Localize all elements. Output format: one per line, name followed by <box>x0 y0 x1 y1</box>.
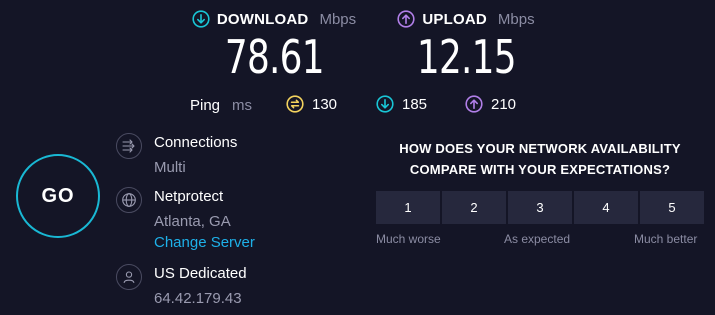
survey-question: HOW DOES YOUR NETWORK AVAILABILITY COMPA… <box>376 138 704 180</box>
rating-button-3[interactable]: 3 <box>508 191 572 224</box>
download-metric: DOWNLOAD Mbps 78.61 <box>186 8 362 82</box>
globe-icon <box>116 187 142 213</box>
ping-upload-value: 210 <box>491 95 517 113</box>
ping-idle-value: 130 <box>312 95 338 113</box>
ping-label: Ping <box>190 96 221 114</box>
go-button[interactable]: GO <box>16 154 100 238</box>
rating-button-4[interactable]: 4 <box>574 191 638 224</box>
server-name: Netprotect <box>154 188 224 205</box>
user-icon <box>116 264 142 290</box>
change-server-link[interactable]: Change Server <box>154 233 255 253</box>
provider-ip: 64.42.179.43 <box>154 290 242 307</box>
rating-caption-high: Much better <box>634 232 698 246</box>
upload-speed-value: 12.15 <box>416 30 517 84</box>
survey-question-line1: HOW DOES YOUR NETWORK AVAILABILITY <box>399 141 681 156</box>
upload-unit: Mbps <box>497 10 535 28</box>
download-unit: Mbps <box>319 10 357 28</box>
rating-scale: 1 2 3 4 5 <box>376 191 704 224</box>
download-label: DOWNLOAD <box>216 10 309 28</box>
server-location: Atlanta, GA <box>154 213 231 230</box>
download-header: DOWNLOAD Mbps <box>192 8 356 30</box>
provider-text: US Dedicated 64.42.179.43 <box>154 264 247 309</box>
speedtest-results-panel: DOWNLOAD Mbps 78.61 UPLOAD Mbps 12.15 Pi… <box>0 0 715 315</box>
connections-text: Connections Multi <box>154 133 237 178</box>
upload-label: UPLOAD <box>422 10 487 28</box>
ping-download-value: 185 <box>402 95 428 113</box>
ping-row: Ping ms <box>190 94 252 116</box>
upload-header: UPLOAD Mbps <box>397 8 535 30</box>
rating-button-5[interactable]: 5 <box>640 191 704 224</box>
provider-name: US Dedicated <box>154 265 247 282</box>
arrow-up-circle-icon <box>397 10 415 28</box>
rating-button-2[interactable]: 2 <box>442 191 506 224</box>
rating-button-1[interactable]: 1 <box>376 191 440 224</box>
connections-value: Multi <box>154 159 186 176</box>
ping-upload: 210 <box>465 95 516 113</box>
ping-unit: ms <box>232 96 253 114</box>
upload-metric: UPLOAD Mbps 12.15 <box>396 8 536 82</box>
ping-download: 185 <box>376 95 427 113</box>
arrow-down-circle-icon <box>376 95 394 113</box>
connections-title: Connections <box>154 134 238 151</box>
rating-caption-mid: As expected <box>504 232 571 246</box>
ping-idle: 130 <box>286 95 337 113</box>
arrow-down-circle-icon <box>192 10 210 28</box>
arrow-up-circle-icon <box>465 95 483 113</box>
ping-idle-icon <box>286 95 304 113</box>
survey-question-line2: COMPARE WITH YOUR EXPECTATIONS? <box>409 162 671 177</box>
server-text: Netprotect Atlanta, GA Change Server <box>154 187 255 253</box>
download-speed-value: 78.61 <box>224 30 325 84</box>
rating-caption-low: Much worse <box>376 232 441 246</box>
connections-icon <box>116 133 142 159</box>
